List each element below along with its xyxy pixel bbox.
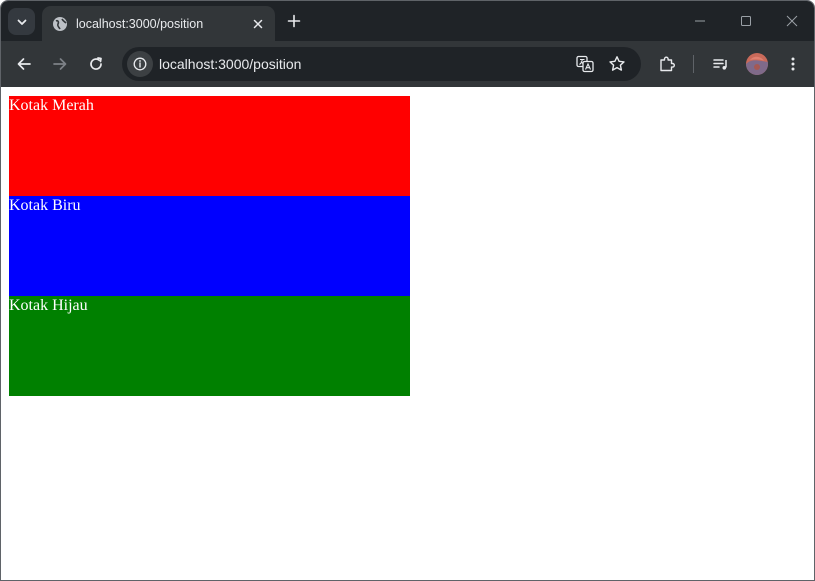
tab-close-button[interactable] [247, 13, 269, 35]
translate-button[interactable] [572, 51, 598, 77]
tab-search-button[interactable] [8, 8, 35, 35]
new-tab-button[interactable] [282, 9, 306, 33]
chevron-down-icon [17, 19, 26, 25]
puzzle-piece-icon [660, 56, 675, 72]
forward-button[interactable] [45, 49, 75, 79]
toolbar-separator [693, 55, 694, 73]
profile-avatar[interactable] [746, 53, 768, 75]
star-icon [609, 56, 625, 71]
blue-box: Kotak Biru [9, 196, 410, 296]
green-box: Kotak Hijau [9, 296, 410, 396]
maximize-icon [741, 16, 751, 26]
tab-title: localhost:3000/position [76, 16, 204, 31]
close-icon [786, 15, 798, 27]
extensions-button[interactable] [652, 49, 682, 79]
maximize-button[interactable] [723, 1, 769, 41]
browser-toolbar: localhost:3000/position [1, 41, 814, 87]
reload-icon [90, 57, 102, 70]
more-vertical-icon [791, 57, 795, 71]
tab-strip: localhost:3000/position [1, 1, 814, 41]
window-close-button[interactable] [769, 1, 814, 41]
info-icon [133, 57, 147, 71]
minimize-button[interactable] [677, 1, 723, 41]
arrow-right-icon [53, 58, 67, 70]
translate-icon [576, 55, 594, 73]
minimize-icon [695, 20, 705, 22]
back-button[interactable] [9, 49, 39, 79]
globe-icon [52, 16, 68, 32]
site-info-button[interactable] [127, 51, 153, 77]
red-box: Kotak Merah [9, 96, 410, 196]
address-bar[interactable]: localhost:3000/position [122, 47, 641, 81]
bookmark-button[interactable] [604, 51, 630, 77]
browser-window: localhost:3000/position localhost:3000/p… [0, 0, 815, 581]
close-icon [253, 19, 263, 28]
chrome-menu-button[interactable] [778, 49, 808, 79]
media-controls-button[interactable] [706, 49, 736, 79]
tab-active[interactable]: localhost:3000/position [42, 6, 275, 41]
address-bar-url[interactable]: localhost:3000/position [159, 56, 301, 72]
reload-button[interactable] [81, 49, 111, 79]
plus-icon [287, 14, 301, 28]
arrow-left-icon [17, 58, 31, 70]
page-viewport: Kotak Merah Kotak Biru Kotak Hijau [1, 87, 814, 580]
playlist-icon [713, 59, 727, 70]
